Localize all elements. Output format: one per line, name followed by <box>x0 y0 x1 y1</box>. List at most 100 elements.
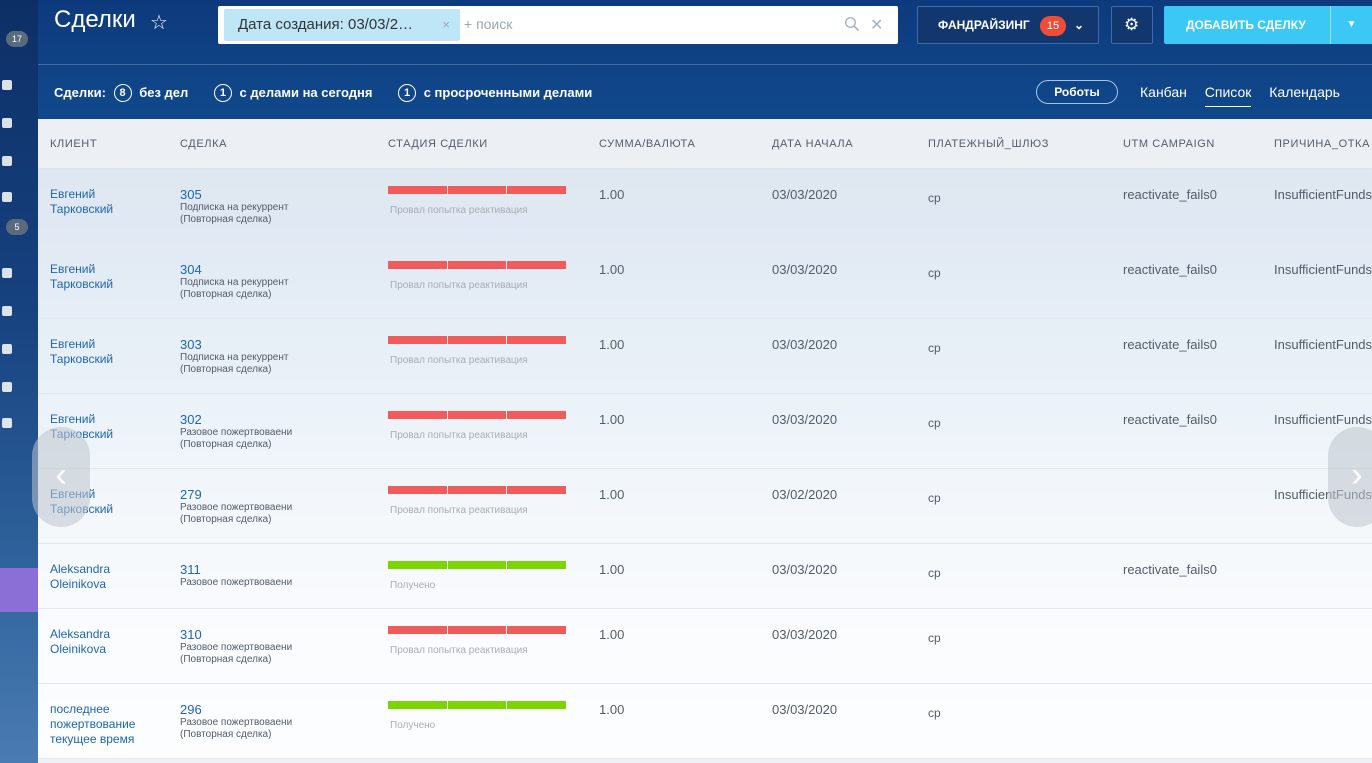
column-header[interactable]: СТАДИЯ СДЕЛКИ <box>388 138 488 150</box>
stage-segment[interactable] <box>388 561 447 569</box>
table-row[interactable]: Aleksandra Oleinikova 311 Разовое пожертво… <box>38 544 1372 609</box>
stage-progress-bar[interactable] <box>388 561 567 569</box>
deal-link[interactable]: 296 <box>180 702 202 717</box>
stage-progress-bar[interactable] <box>388 186 567 194</box>
table-row[interactable]: Aleksandra Oleinikova 310 Разовое пожертво… <box>38 609 1372 684</box>
stage-progress-bar[interactable] <box>388 261 567 269</box>
filter-chip[interactable]: Дата создания: 03/03/2… × <box>224 9 460 41</box>
column-header[interactable]: СУММА/ВАЛЮТА <box>599 138 695 150</box>
deal-description: Разовое пожертвоваени <box>180 577 293 588</box>
menu-icon[interactable] <box>2 156 12 166</box>
search-placeholder[interactable]: + поиск <box>464 16 512 32</box>
stage-segment[interactable] <box>447 186 507 194</box>
stage-segment[interactable] <box>507 626 567 634</box>
divider <box>38 64 1372 65</box>
stage-segment[interactable] <box>388 486 447 494</box>
column-header[interactable]: ПРИЧИНА_ОТКА <box>1274 138 1370 150</box>
robots-button[interactable]: Роботы <box>1036 80 1118 104</box>
table-row[interactable]: Евгений Тарковский 304 Подписка на рекурре… <box>38 244 1372 319</box>
stage-segment[interactable] <box>388 626 447 634</box>
star-icon[interactable]: ☆ <box>150 10 168 35</box>
client-link[interactable]: Евгений Тарковский <box>50 337 160 367</box>
column-header[interactable]: КЛИЕНТ <box>50 138 97 150</box>
client-link[interactable]: Aleksandra Oleinikova <box>50 627 160 657</box>
deal-link[interactable]: 311 <box>180 562 201 577</box>
menu-icon[interactable] <box>2 268 12 278</box>
counter-today[interactable]: 1 с делами на сегодня <box>210 84 373 102</box>
menu-icon[interactable] <box>2 192 12 202</box>
tab-list[interactable]: Список <box>1204 84 1252 107</box>
column-header[interactable]: ДАТА НАЧАЛА <box>772 138 853 150</box>
stage-segment[interactable] <box>447 561 507 569</box>
deal-link[interactable]: 279 <box>180 487 202 502</box>
notification-badge[interactable]: 17 <box>6 31 28 47</box>
menu-icon[interactable] <box>2 344 12 354</box>
client-link[interactable]: последнее пожертвование текущее время <box>50 702 160 747</box>
stage-segment[interactable] <box>447 486 507 494</box>
stage-segment[interactable] <box>507 411 567 419</box>
stage-progress-bar[interactable] <box>388 336 567 344</box>
deal-link[interactable]: 305 <box>180 187 202 202</box>
counter-label: с делами на сегодня <box>239 85 373 100</box>
close-icon[interactable]: × <box>442 9 450 41</box>
deal-link[interactable]: 310 <box>180 627 202 642</box>
column-header[interactable]: СДЕЛКА <box>180 138 227 150</box>
stage-segment[interactable] <box>507 186 567 194</box>
deal-link[interactable]: 304 <box>180 262 202 277</box>
stage-segment[interactable] <box>507 561 567 569</box>
notification-badge[interactable]: 5 <box>6 219 28 235</box>
menu-icon[interactable] <box>2 306 12 316</box>
stage-segment[interactable] <box>447 336 507 344</box>
table-row[interactable]: Евгений Тарковский 302 Разовое пожертвовае… <box>38 394 1372 469</box>
deal-link[interactable]: 302 <box>180 412 202 427</box>
chevron-left-icon[interactable]: ‹ <box>32 427 90 527</box>
settings-button[interactable]: ⚙ <box>1111 6 1153 44</box>
stage-segment[interactable] <box>507 261 567 269</box>
view-switcher: Канбан Список Календарь <box>1140 84 1354 107</box>
client-link[interactable]: Евгений Тарковский <box>50 262 160 292</box>
column-header[interactable]: ПЛАТЕЖНЫЙ_ШЛЮЗ <box>928 138 1049 150</box>
tab-kanban[interactable]: Канбан <box>1140 84 1187 100</box>
table-row[interactable]: Евгений Тарковский 305 Подписка на рекурре… <box>38 169 1372 244</box>
page-title: Сделки <box>54 6 136 33</box>
stage-segment[interactable] <box>388 186 447 194</box>
stage-segment[interactable] <box>447 261 507 269</box>
stage-segment[interactable] <box>388 701 447 709</box>
client-link[interactable]: Aleksandra Oleinikova <box>50 562 160 592</box>
stage-segment[interactable] <box>388 336 447 344</box>
menu-icon[interactable] <box>2 382 12 392</box>
tab-calendar[interactable]: Календарь <box>1269 84 1340 100</box>
stage-segment[interactable] <box>447 701 507 709</box>
stage-segment[interactable] <box>507 336 567 344</box>
counter-no-tasks[interactable]: Сделки: 8 без дел <box>54 84 188 102</box>
stage-progress-bar[interactable] <box>388 486 567 494</box>
chevron-down-icon[interactable]: ▼ <box>1330 6 1372 44</box>
stage-progress-bar[interactable] <box>388 701 567 709</box>
stage-segment[interactable] <box>447 626 507 634</box>
stage-segment[interactable] <box>388 261 447 269</box>
table-row[interactable]: последнее пожертвование текущее время 296… <box>38 684 1372 759</box>
close-icon[interactable]: ✕ <box>870 15 883 35</box>
date-cell: 03/03/2020 <box>772 337 838 352</box>
menu-icon[interactable] <box>2 118 12 128</box>
add-deal-button[interactable]: ДОБАВИТЬ СДЕЛКУ ▼ <box>1164 6 1372 44</box>
client-link[interactable]: Евгений Тарковский <box>50 187 160 217</box>
table-row[interactable]: Евгений Тарковский 303 Подписка на рекурре… <box>38 319 1372 394</box>
table-row[interactable]: Евгений Тарковский279Разовое пожертвовае… <box>38 469 1372 544</box>
chevron-right-icon[interactable]: › <box>1328 427 1372 527</box>
stage-segment[interactable] <box>507 486 567 494</box>
search-input[interactable]: Дата создания: 03/03/2… × + поиск ✕ <box>218 6 898 44</box>
counter-overdue[interactable]: 1 с просроченными делами <box>394 84 592 102</box>
deal-link[interactable]: 303 <box>180 337 202 352</box>
stage-progress-bar[interactable] <box>388 411 567 419</box>
menu-icon[interactable] <box>2 418 12 428</box>
fundraising-button[interactable]: ФАНДРАЙЗИНГ 15 ⌄ <box>917 6 1099 44</box>
stage-segment[interactable] <box>388 411 447 419</box>
gateway-cell: cp <box>928 631 941 645</box>
stage-segment[interactable] <box>447 411 507 419</box>
menu-icon[interactable] <box>2 80 12 90</box>
column-header[interactable]: UTM CAMPAIGN <box>1123 138 1215 150</box>
stage-segment[interactable] <box>507 701 567 709</box>
search-icon[interactable] <box>844 16 860 32</box>
stage-progress-bar[interactable] <box>388 626 567 634</box>
